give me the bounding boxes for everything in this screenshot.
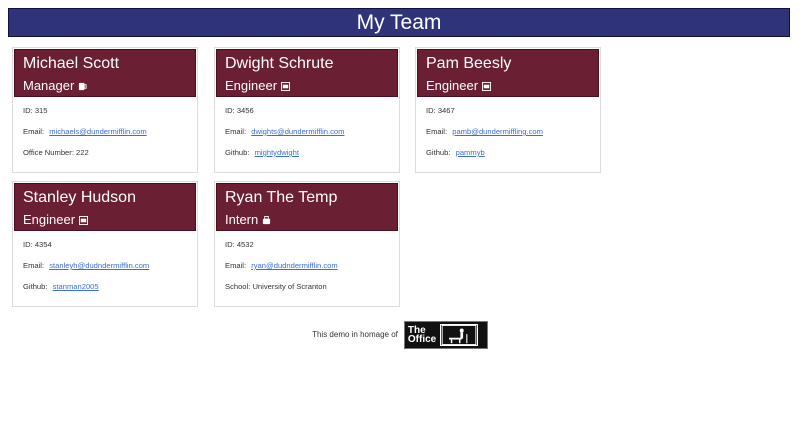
github-label: Github:	[23, 282, 48, 291]
card-body: ID: 4354 Email: stanleyh@dudndermifflin.…	[13, 232, 197, 299]
email-label: Email:	[426, 127, 448, 136]
card-body: ID: 3467 Email: pamb@dundermiffling.com …	[416, 98, 600, 165]
email-link[interactable]: ryan@dudndermifflin.com	[251, 261, 338, 270]
employee-card: Ryan The Temp Intern ID: 4532 Email: rya…	[214, 181, 400, 307]
id-row: ID: 3456	[225, 106, 254, 115]
email-link[interactable]: michaels@dundermifflin.com	[49, 127, 146, 136]
github-label: Github:	[426, 148, 451, 157]
email-label: Email:	[23, 127, 45, 136]
office-number-row: Office Number: 222	[23, 148, 89, 157]
employee-card: Pam Beesly Engineer ID: 3467 Email: pamb…	[415, 47, 601, 173]
page-title: My Team	[356, 10, 442, 34]
employee-role: Engineer	[23, 211, 187, 229]
footer: This demo in homage of The Office	[0, 320, 800, 349]
role-label: Intern	[225, 212, 259, 227]
glasses-icon	[79, 215, 89, 225]
card-header: Michael Scott Manager	[14, 49, 196, 97]
email-row: Email: michaels@dundermifflin.com	[23, 127, 187, 136]
employee-name: Dwight Schrute	[225, 55, 334, 72]
email-label: Email:	[23, 261, 45, 270]
id-row: ID: 4532	[225, 240, 254, 249]
logo-word-office: Office	[407, 333, 437, 345]
github-row: Github: mightydwight	[225, 148, 389, 157]
github-row: Github: pammyb	[426, 148, 590, 157]
email-link[interactable]: pamb@dundermiffling.com	[452, 127, 543, 136]
graduation-icon	[263, 215, 271, 224]
card-header: Dwight Schrute Engineer	[216, 49, 398, 97]
employee-card: Stanley Hudson Engineer ID: 4354 Email: …	[12, 181, 198, 307]
card-body: ID: 315 Email: michaels@dundermifflin.co…	[13, 98, 197, 165]
glasses-icon	[281, 81, 291, 91]
employee-role: Engineer	[225, 77, 389, 95]
card-header: Stanley Hudson Engineer	[14, 183, 196, 231]
card-body: ID: 4532 Email: ryan@dudndermifflin.com …	[215, 232, 399, 299]
id-row: ID: 3467	[426, 106, 455, 115]
mug-icon	[79, 82, 87, 90]
role-label: Manager	[23, 78, 75, 93]
employee-card: Michael Scott Manager ID: 315 Email: mic…	[12, 47, 198, 173]
school-row: School: University of Scranton	[225, 282, 327, 291]
employee-role: Engineer	[426, 77, 590, 95]
email-link[interactable]: dwights@dundermifflin.com	[251, 127, 344, 136]
employee-role: Intern	[225, 211, 389, 229]
card-header: Pam Beesly Engineer	[417, 49, 599, 97]
page-header: My Team	[8, 8, 790, 37]
github-link[interactable]: stanman2005	[53, 282, 99, 291]
role-label: Engineer	[225, 78, 278, 93]
footer-text: This demo in homage of	[312, 330, 398, 339]
the-office-logo: The Office	[403, 320, 488, 349]
email-row: Email: stanleyh@dudndermifflin.com	[23, 261, 187, 270]
email-row: Email: dwights@dundermifflin.com	[225, 127, 389, 136]
github-label: Github:	[225, 148, 250, 157]
email-label: Email:	[225, 261, 247, 270]
email-link[interactable]: stanleyh@dudndermifflin.com	[49, 261, 149, 270]
card-header: Ryan The Temp Intern	[216, 183, 398, 231]
id-row: ID: 4354	[23, 240, 52, 249]
employee-name: Pam Beesly	[426, 55, 512, 72]
email-row: Email: ryan@dudndermifflin.com	[225, 261, 389, 270]
employee-role: Manager	[23, 77, 187, 95]
id-row: ID: 315	[23, 106, 48, 115]
glasses-icon	[482, 81, 492, 91]
employee-card: Dwight Schrute Engineer ID: 3456 Email: …	[214, 47, 400, 173]
role-label: Engineer	[426, 78, 479, 93]
employee-name: Ryan The Temp	[225, 189, 338, 206]
employee-name: Stanley Hudson	[23, 189, 136, 206]
role-label: Engineer	[23, 212, 76, 227]
email-label: Email:	[225, 127, 247, 136]
github-link[interactable]: mightydwight	[255, 148, 299, 157]
office-figure-icon	[440, 323, 479, 346]
card-body: ID: 3456 Email: dwights@dundermifflin.co…	[215, 98, 399, 165]
logo-wordmark: The Office	[407, 325, 437, 345]
email-row: Email: pamb@dundermiffling.com	[426, 127, 590, 136]
employee-name: Michael Scott	[23, 55, 120, 72]
github-link[interactable]: pammyb	[456, 148, 485, 157]
github-row: Github: stanman2005	[23, 282, 187, 291]
